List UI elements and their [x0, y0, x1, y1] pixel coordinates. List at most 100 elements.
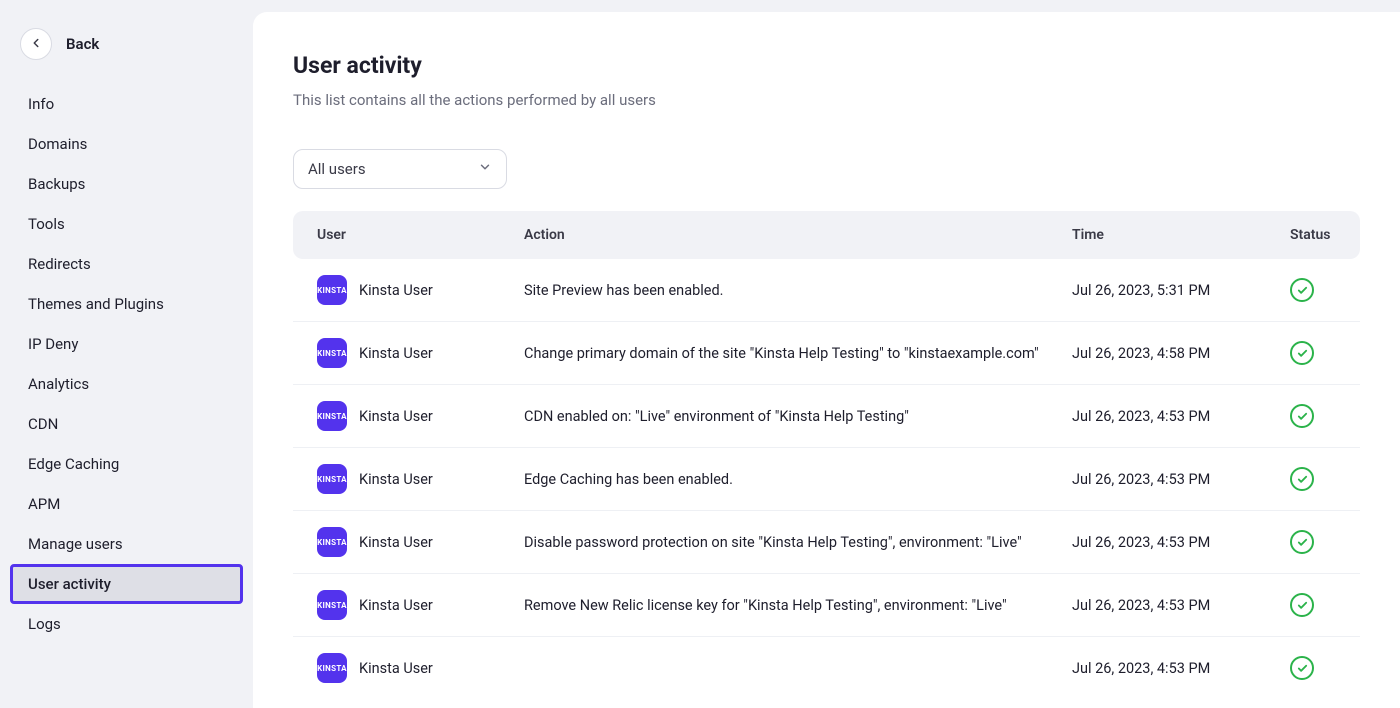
- page-subtitle: This list contains all the actions perfo…: [293, 91, 1360, 109]
- sidebar-item-label: Redirects: [28, 255, 91, 273]
- success-check-icon: [1290, 278, 1314, 302]
- nav-list: Info Domains Backups Tools Redirects Themes a…: [10, 84, 243, 644]
- user-filter-select[interactable]: All users: [293, 149, 507, 189]
- sidebar-item-label: APM: [28, 495, 60, 513]
- table-row: KINSTA Kinsta User Site Preview has been e…: [293, 259, 1360, 322]
- sidebar-item-user-activity[interactable]: User activity: [10, 564, 243, 604]
- sidebar-item-domains[interactable]: Domains: [10, 124, 243, 164]
- status-cell: [1290, 656, 1336, 680]
- user-name: Kinsta User: [359, 534, 433, 551]
- sidebar-item-label: Manage users: [28, 535, 123, 553]
- sidebar-item-label: Edge Caching: [28, 455, 119, 473]
- status-cell: [1290, 467, 1336, 491]
- status-cell: [1290, 404, 1336, 428]
- time-cell: Jul 26, 2023, 5:31 PM: [1072, 282, 1290, 299]
- sidebar-item-label: Backups: [28, 175, 85, 193]
- arrow-left-icon: [29, 36, 43, 53]
- activity-table: User Action Time Status KINSTA Kinsta Use…: [293, 211, 1360, 699]
- sidebar-item-label: CDN: [28, 415, 58, 433]
- user-cell: KINSTA Kinsta User: [317, 590, 524, 620]
- sidebar-item-manage-users[interactable]: Manage users: [10, 524, 243, 564]
- avatar: KINSTA: [317, 401, 347, 431]
- chevron-down-icon: [478, 160, 492, 178]
- sidebar-item-info[interactable]: Info: [10, 84, 243, 124]
- status-cell: [1290, 278, 1336, 302]
- main-panel: User activity This list contains all the…: [253, 12, 1400, 708]
- success-check-icon: [1290, 530, 1314, 554]
- avatar: KINSTA: [317, 275, 347, 305]
- success-check-icon: [1290, 404, 1314, 428]
- success-check-icon: [1290, 341, 1314, 365]
- sidebar-item-tools[interactable]: Tools: [10, 204, 243, 244]
- sidebar-item-edge-caching[interactable]: Edge Caching: [10, 444, 243, 484]
- user-cell: KINSTA Kinsta User: [317, 527, 524, 557]
- time-cell: Jul 26, 2023, 4:58 PM: [1072, 345, 1290, 362]
- sidebar-item-redirects[interactable]: Redirects: [10, 244, 243, 284]
- sidebar-item-themes-and-plugins[interactable]: Themes and Plugins: [10, 284, 243, 324]
- col-header-status: Status: [1290, 227, 1336, 243]
- sidebar: Back Info Domains Backups Tools Redirects The…: [0, 0, 253, 708]
- table-row: KINSTA Kinsta User Disable password protec…: [293, 511, 1360, 574]
- success-check-icon: [1290, 656, 1314, 680]
- user-name: Kinsta User: [359, 660, 433, 677]
- success-check-icon: [1290, 467, 1314, 491]
- sidebar-item-cdn[interactable]: CDN: [10, 404, 243, 444]
- sidebar-item-label: Logs: [28, 615, 61, 633]
- user-cell: KINSTA Kinsta User: [317, 653, 524, 683]
- action-cell: Disable password protection on site "Kin…: [524, 534, 1072, 551]
- table-body: KINSTA Kinsta User Site Preview has been e…: [293, 259, 1360, 699]
- action-cell: Remove New Relic license key for "Kinsta…: [524, 597, 1072, 614]
- back-button[interactable]: [20, 28, 52, 60]
- success-check-icon: [1290, 593, 1314, 617]
- user-name: Kinsta User: [359, 345, 433, 362]
- sidebar-item-ip-deny[interactable]: IP Deny: [10, 324, 243, 364]
- sidebar-item-logs[interactable]: Logs: [10, 604, 243, 644]
- table-row: KINSTA Kinsta User Edge Caching has been e…: [293, 448, 1360, 511]
- sidebar-item-label: Info: [28, 95, 54, 113]
- avatar: KINSTA: [317, 464, 347, 494]
- user-cell: KINSTA Kinsta User: [317, 464, 524, 494]
- table-row: KINSTA Kinsta User Remove New Relic licens…: [293, 574, 1360, 637]
- user-cell: KINSTA Kinsta User: [317, 338, 524, 368]
- status-cell: [1290, 593, 1336, 617]
- sidebar-item-label: IP Deny: [28, 335, 78, 353]
- col-header-time: Time: [1072, 227, 1290, 243]
- col-header-user: User: [317, 227, 524, 243]
- sidebar-item-label: Themes and Plugins: [28, 295, 164, 313]
- sidebar-item-apm[interactable]: APM: [10, 484, 243, 524]
- time-cell: Jul 26, 2023, 4:53 PM: [1072, 408, 1290, 425]
- table-row: KINSTA Kinsta User Change primary domain o…: [293, 322, 1360, 385]
- user-name: Kinsta User: [359, 471, 433, 488]
- status-cell: [1290, 530, 1336, 554]
- back-row: Back: [10, 20, 243, 84]
- user-cell: KINSTA Kinsta User: [317, 275, 524, 305]
- user-name: Kinsta User: [359, 282, 433, 299]
- table-row: KINSTA Kinsta User Jul 26, 2023, 4:53 PM: [293, 637, 1360, 699]
- time-cell: Jul 26, 2023, 4:53 PM: [1072, 597, 1290, 614]
- table-header: User Action Time Status: [293, 211, 1360, 259]
- user-name: Kinsta User: [359, 597, 433, 614]
- time-cell: Jul 26, 2023, 4:53 PM: [1072, 471, 1290, 488]
- sidebar-item-label: Tools: [28, 215, 65, 233]
- action-cell: CDN enabled on: "Live" environment of "K…: [524, 408, 1072, 425]
- time-cell: Jul 26, 2023, 4:53 PM: [1072, 660, 1290, 677]
- sidebar-item-analytics[interactable]: Analytics: [10, 364, 243, 404]
- avatar: KINSTA: [317, 338, 347, 368]
- avatar: KINSTA: [317, 653, 347, 683]
- sidebar-item-backups[interactable]: Backups: [10, 164, 243, 204]
- status-cell: [1290, 341, 1336, 365]
- user-name: Kinsta User: [359, 408, 433, 425]
- action-cell: Site Preview has been enabled.: [524, 282, 1072, 299]
- table-row: KINSTA Kinsta User CDN enabled on: "Live" …: [293, 385, 1360, 448]
- action-cell: Edge Caching has been enabled.: [524, 471, 1072, 488]
- back-label: Back: [66, 35, 99, 53]
- page-title: User activity: [293, 52, 1360, 79]
- avatar: KINSTA: [317, 527, 347, 557]
- user-filter-value: All users: [308, 160, 366, 178]
- sidebar-item-label: Domains: [28, 135, 87, 153]
- user-cell: KINSTA Kinsta User: [317, 401, 524, 431]
- sidebar-item-label: Analytics: [28, 375, 89, 393]
- time-cell: Jul 26, 2023, 4:53 PM: [1072, 534, 1290, 551]
- action-cell: Change primary domain of the site "Kinst…: [524, 345, 1072, 362]
- avatar: KINSTA: [317, 590, 347, 620]
